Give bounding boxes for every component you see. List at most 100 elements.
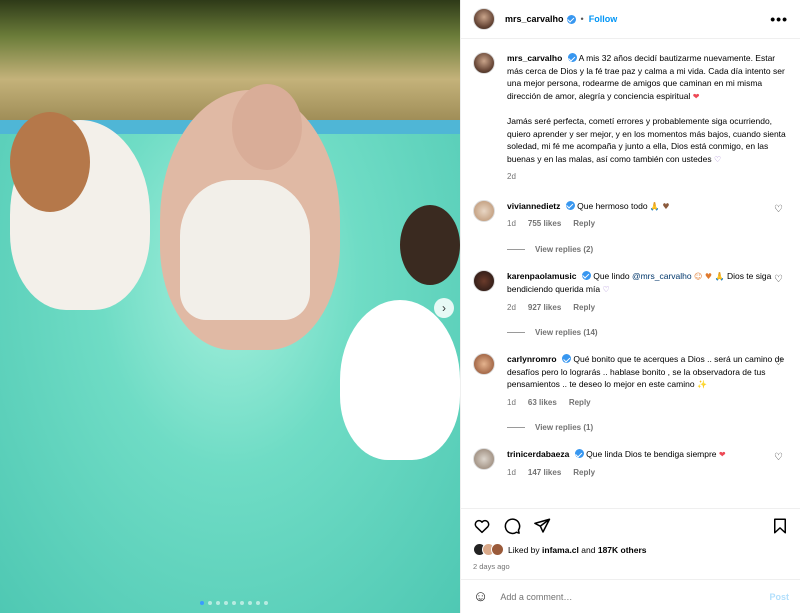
replies-line [507,248,525,250]
verified-badge-icon [565,200,575,210]
comments-scroll-area[interactable]: mrs_carvalho A mis 32 años decidí bautiz… [461,40,800,508]
white-heart-icon: ♡ [713,154,722,164]
comment-text: Que linda Dios te bendiga siempre [586,449,717,459]
separator-dot: • [580,14,584,24]
post-photo[interactable]: › [0,0,460,613]
comment-username[interactable]: carlynromro [507,354,557,364]
carousel-next-button[interactable]: › [434,298,454,318]
likes-others[interactable]: 187K others [598,545,647,555]
comment-reply-button[interactable]: Reply [573,302,595,315]
comment-likes[interactable]: 755 likes [528,218,561,231]
view-replies-button[interactable]: View replies (1) [507,423,789,432]
follow-button[interactable]: Follow [589,14,618,24]
carousel-dot [200,601,204,605]
comment-time[interactable]: 1d [507,218,516,231]
view-replies-label: View replies (2) [535,244,594,254]
like-comment-heart-icon[interactable]: ♡ [774,274,783,285]
author-username[interactable]: mrs_carvalho [505,14,564,24]
post-comment-button[interactable]: Post [769,592,789,602]
view-replies-button[interactable]: View replies (14) [507,328,789,337]
caption-time[interactable]: 2d [507,171,516,184]
likes-summary: Liked by infama.cl and 187K others [461,543,800,556]
carousel-dots [200,601,268,605]
bookmark-icon[interactable] [771,517,789,535]
comment-input[interactable]: Add a comment… [500,592,769,602]
post-date[interactable]: 2 days ago [461,556,800,571]
comment-likes[interactable]: 147 likes [528,467,561,480]
carousel-dot [208,601,212,605]
comment-reply-button[interactable]: Reply [569,397,591,410]
comment-username[interactable]: viviannedietz [507,201,560,211]
comment-reply-button[interactable]: Reply [573,218,595,231]
caption-username[interactable]: mrs_carvalho [507,53,562,63]
photo-person-center-head [232,84,302,170]
praying-hands-icon: 🙏 ♥ [649,201,670,211]
caption: mrs_carvalho A mis 32 años decidí bautiz… [473,52,789,184]
photo-person-left-head [10,112,90,212]
commenter-avatar[interactable] [473,269,495,292]
comment-likes[interactable]: 927 likes [528,302,561,315]
post-header: mrs_carvalho • Follow ••• [461,0,800,39]
comment-likes[interactable]: 63 likes [528,397,557,410]
commenter-avatar[interactable] [473,448,495,470]
comment-username[interactable]: karenpaolamusic [507,271,576,281]
carousel-dot [248,601,252,605]
carousel-dot [256,601,260,605]
like-comment-heart-icon[interactable]: ♡ [774,204,783,215]
replies-line [507,332,525,333]
comment-meta: 1d 147 likes Reply [507,467,789,480]
carousel-dot [232,601,236,605]
heart-icon[interactable] [473,517,491,535]
action-icons-row [461,509,800,543]
emoji-picker-icon[interactable]: ☺ [473,588,488,605]
comment-item: karenpaolamusic Que lindo @mrs_carvalho … [473,269,789,315]
photo-person-right-head [400,205,460,285]
carousel-dot [240,601,244,605]
sparkles-icon: ✨ [696,380,707,389]
author-avatar[interactable] [473,8,495,30]
likes-prefix: Liked by [508,544,540,555]
comment-meta: 1d 755 likes Reply [507,218,789,231]
comment-body: trinicerdabaeza Que linda Dios te bendig… [507,448,789,479]
red-heart-icon: ❤ [718,450,726,459]
comment-reply-button[interactable]: Reply [573,467,595,480]
view-replies-button[interactable]: View replies (2) [507,245,789,254]
carousel-dot [216,601,220,605]
replies-line [507,427,525,428]
caption-author-avatar[interactable] [473,52,495,74]
comment-time[interactable]: 2d [507,302,516,315]
verified-badge-icon [581,270,591,280]
comment-meta: 2d 927 likes Reply [507,302,789,315]
caption-text-2: Jamás seré perfecta, cometí errores y pr… [507,116,786,164]
comment-body: viviannedietz Que hermoso todo 🙏 ♥ 1d 75… [507,200,789,231]
comment-mention-link[interactable]: @mrs_carvalho [632,271,692,281]
caption-meta: 2d [507,171,789,184]
comment-item: carlynromro Qué bonito que te acerques a… [473,353,789,409]
chevron-right-icon: › [442,301,446,315]
view-replies-label: View replies (1) [535,423,594,432]
comment-username[interactable]: trinicerdabaeza [507,449,569,459]
verified-badge-icon [561,354,571,363]
like-comment-heart-icon[interactable]: ♡ [774,452,783,463]
likes-text[interactable]: Liked by infama.cl and 187K others [508,545,647,555]
comment-item: viviannedietz Que hermoso todo 🙏 ♥ 1d 75… [473,199,789,231]
commenter-avatar[interactable] [473,199,495,222]
comment-input-bar: ☺ Add a comment… Post [461,579,800,613]
likes-user[interactable]: infama.cl [542,545,579,555]
comment-time[interactable]: 1d [507,397,516,410]
red-heart-icon: ❤ [692,91,700,101]
instagram-post-view: › mrs_carvalho • Follow ••• mrs_carvalho… [0,0,800,613]
liker-avatar [491,543,504,556]
likes-middle: and [581,544,596,555]
more-options-icon[interactable]: ••• [770,11,788,27]
caption-body: mrs_carvalho A mis 32 años decidí bautiz… [507,52,789,184]
share-icon[interactable] [533,517,551,535]
comment-icon[interactable] [503,517,521,535]
photo-person-right [340,300,460,460]
like-comment-heart-icon[interactable]: ♡ [774,357,783,368]
commenter-avatar[interactable] [473,353,495,375]
comment-time[interactable]: 1d [507,467,516,480]
verified-badge-icon [566,14,576,24]
white-heart-icon: ♡ [602,285,610,294]
